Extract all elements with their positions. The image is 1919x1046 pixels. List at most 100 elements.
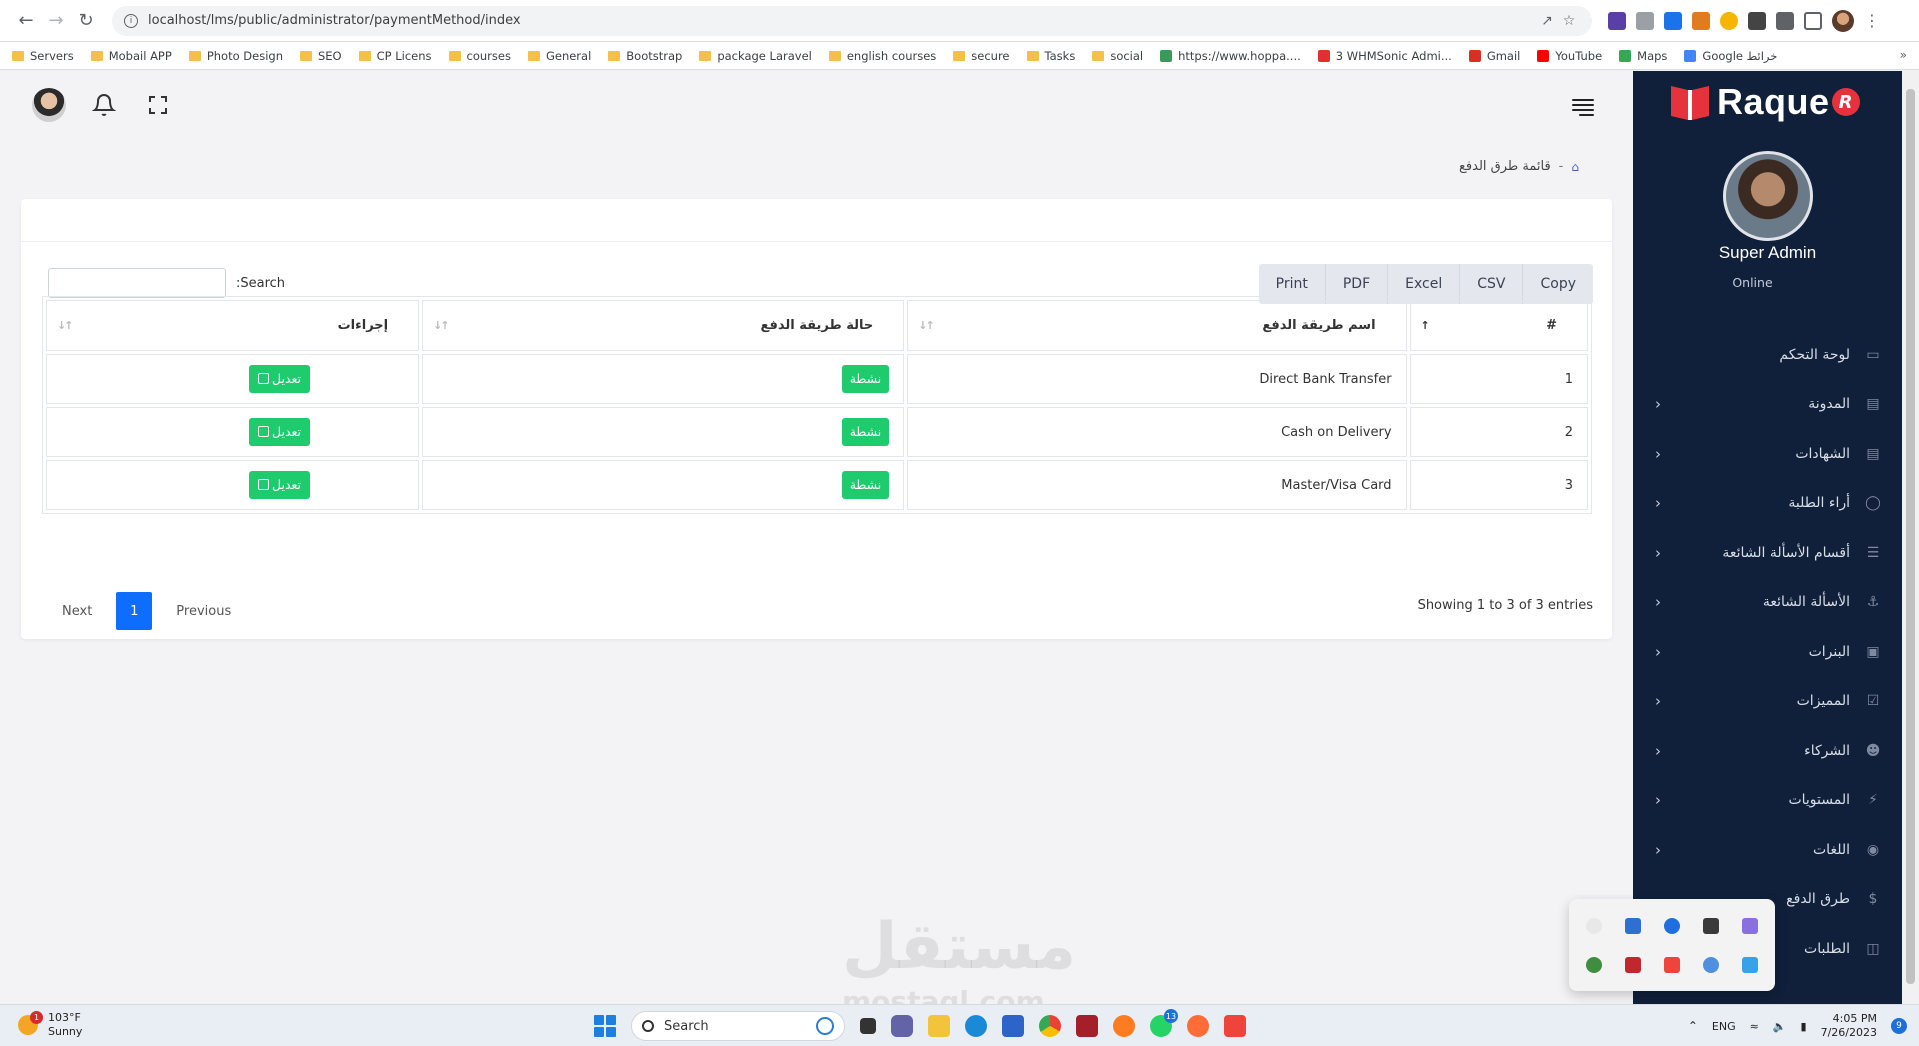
- bookmarks-more-icon[interactable]: »: [1900, 48, 1907, 62]
- scrollbar-thumb[interactable]: [1906, 89, 1915, 984]
- taskbar-search[interactable]: Search: [631, 1011, 845, 1041]
- weather-widget[interactable]: 1 103°F Sunny: [18, 1011, 82, 1039]
- extension-icon[interactable]: [1608, 11, 1626, 30]
- column-status[interactable]: حالة طريقة الدفع ↓↑: [422, 300, 905, 351]
- profile-avatar[interactable]: [1832, 9, 1854, 32]
- wifi-icon[interactable]: ≈: [1750, 1020, 1759, 1033]
- shield-icon[interactable]: [1624, 917, 1641, 934]
- brand-logo[interactable]: Raque R: [1669, 81, 1860, 123]
- tray-app-icon[interactable]: [1585, 956, 1602, 973]
- bookmark-item[interactable]: Maps: [1619, 49, 1667, 63]
- extension-icon[interactable]: [1664, 11, 1682, 30]
- bookmark-item[interactable]: courses: [448, 49, 511, 63]
- sidebar-item[interactable]: ◯ أراء الطلبة ‹: [1633, 479, 1902, 529]
- more-menu-icon[interactable]: ⋮: [1864, 11, 1880, 30]
- bookmark-item[interactable]: package Laravel: [699, 49, 812, 63]
- clock[interactable]: 4:05 PM 7/26/2023: [1821, 1012, 1877, 1040]
- page-scrollbar[interactable]: [1902, 71, 1919, 1004]
- camera-icon[interactable]: [1636, 11, 1654, 30]
- site-info-icon[interactable]: i: [124, 13, 138, 28]
- bookmark-item[interactable]: Bootstrap: [608, 49, 682, 63]
- bookmark-item[interactable]: english courses: [828, 49, 936, 63]
- bookmark-item[interactable]: Photo Design: [188, 49, 283, 63]
- extension-icon[interactable]: [1692, 11, 1710, 30]
- pen-icon[interactable]: [1742, 917, 1759, 934]
- user-avatar[interactable]: [32, 88, 66, 122]
- chevron-up-icon[interactable]: ⌃: [1688, 1019, 1698, 1033]
- firefox-icon[interactable]: [1113, 1015, 1135, 1037]
- bookmark-item[interactable]: YouTube: [1537, 49, 1602, 63]
- sidebar-item[interactable]: ☰ أقسام الأسألة الشائعة ‹: [1633, 528, 1902, 578]
- search-input[interactable]: [48, 268, 226, 298]
- menu-toggle-icon[interactable]: [1572, 99, 1594, 116]
- address-bar[interactable]: i localhost/lms/public/administrator/pay…: [112, 5, 1592, 36]
- bookmark-item[interactable]: General: [527, 49, 591, 63]
- language-indicator[interactable]: ENG: [1712, 1020, 1736, 1033]
- home-icon[interactable]: ⌂: [1571, 160, 1579, 174]
- sidebar-item[interactable]: ☑ المميزات ‹: [1633, 677, 1902, 727]
- side-panel-icon[interactable]: [1804, 11, 1822, 30]
- tray-app-icon[interactable]: [1624, 956, 1641, 973]
- file-explorer-icon[interactable]: [928, 1015, 950, 1037]
- sidebar-item[interactable]: ▭ لوحة التحكم: [1633, 330, 1902, 380]
- sidebar-item[interactable]: ⚓ الأسألة الشائعة ‹: [1633, 578, 1902, 628]
- edit-button[interactable]: تعديل: [249, 471, 311, 499]
- puzzle-icon[interactable]: [1776, 11, 1794, 30]
- sidebar-item[interactable]: ☻ الشركاء ‹: [1633, 726, 1902, 776]
- task-view-icon[interactable]: [860, 1018, 876, 1034]
- page-1-button[interactable]: 1: [116, 592, 153, 630]
- bookmark-item[interactable]: social: [1092, 49, 1143, 63]
- bookmark-item[interactable]: https://www.hoppa....: [1160, 49, 1301, 63]
- fullscreen-icon[interactable]: [146, 93, 170, 117]
- extension-icon[interactable]: [1748, 11, 1766, 30]
- reload-icon[interactable]: ↻: [72, 7, 100, 35]
- sidebar-item[interactable]: ▤ المدونة ‹: [1633, 380, 1902, 430]
- tray-app-icon[interactable]: [1742, 956, 1759, 973]
- bookmark-item[interactable]: Google خرائط: [1684, 49, 1777, 63]
- notification-badge[interactable]: 9: [1891, 1018, 1907, 1034]
- column-number[interactable]: # ↑: [1409, 300, 1588, 351]
- previous-page-link[interactable]: Previous: [166, 604, 241, 619]
- edit-button[interactable]: تعديل: [249, 418, 311, 446]
- tray-app-icon[interactable]: [1585, 917, 1602, 934]
- anydesk-icon[interactable]: [1663, 956, 1680, 973]
- next-page-link[interactable]: Next: [52, 604, 102, 619]
- sidebar-item[interactable]: ▣ البنرات ‹: [1633, 627, 1902, 677]
- store-icon[interactable]: [1002, 1015, 1024, 1037]
- bing-icon[interactable]: [816, 1017, 834, 1035]
- edge-icon[interactable]: [965, 1015, 987, 1037]
- anydesk-icon[interactable]: [1224, 1015, 1246, 1037]
- share-icon[interactable]: ↗: [1536, 13, 1558, 29]
- bookmark-item[interactable]: Servers: [12, 49, 74, 63]
- bookmark-item[interactable]: Tasks: [1026, 49, 1075, 63]
- forward-arrow-icon[interactable]: →: [42, 7, 70, 35]
- sidebar-avatar[interactable]: [1723, 151, 1813, 241]
- app-icon[interactable]: [1076, 1015, 1098, 1037]
- star-icon[interactable]: ☆: [1558, 13, 1580, 29]
- whatsapp-icon[interactable]: 13: [1150, 1009, 1178, 1037]
- battery-icon[interactable]: ▮: [1801, 1020, 1807, 1033]
- windows-start-icon[interactable]: [594, 1015, 616, 1037]
- teams-chat-icon[interactable]: [891, 1015, 913, 1037]
- sidebar-item[interactable]: ◉ اللغات ‹: [1633, 825, 1902, 875]
- volume-icon[interactable]: 🔈: [1773, 1020, 1787, 1033]
- column-name[interactable]: اسم طريقة الدفع ↓↑: [907, 300, 1407, 351]
- sidebar-item[interactable]: ⚡ المستويات ‹: [1633, 776, 1902, 826]
- bookmark-item[interactable]: CP Licens: [358, 49, 432, 63]
- chrome-icon[interactable]: [1039, 1015, 1061, 1037]
- column-actions[interactable]: إجراءات ↓↑: [46, 300, 420, 351]
- bookmark-item[interactable]: secure: [953, 49, 1010, 63]
- edit-button[interactable]: تعديل: [249, 365, 311, 393]
- tray-app-icon[interactable]: [1703, 956, 1720, 973]
- bookmark-item[interactable]: SEO: [299, 49, 342, 63]
- extension-icon[interactable]: [1720, 11, 1738, 30]
- bookmark-item[interactable]: Mobail APP: [90, 49, 172, 63]
- nvidia-icon[interactable]: [1703, 917, 1720, 934]
- bluetooth-icon[interactable]: [1663, 917, 1680, 934]
- sidebar-item[interactable]: ▤ الشهادات ‹: [1633, 429, 1902, 479]
- bookmark-item[interactable]: Gmail: [1468, 49, 1520, 63]
- back-arrow-icon[interactable]: ←: [12, 7, 40, 35]
- bookmark-item[interactable]: 3 WHMSonic Admi...: [1317, 49, 1452, 63]
- bell-icon[interactable]: [92, 93, 116, 117]
- postman-icon[interactable]: [1187, 1015, 1209, 1037]
